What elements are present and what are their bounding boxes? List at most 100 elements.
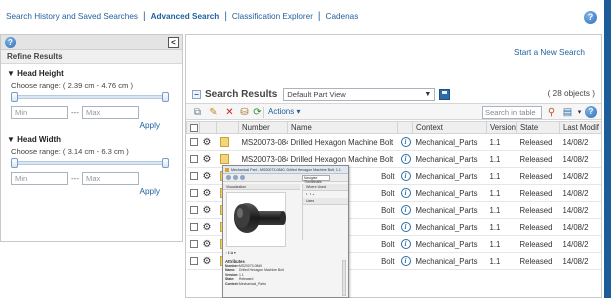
gear-icon: ⚙ bbox=[202, 170, 212, 182]
visualization-pane: Visualization bbox=[223, 184, 300, 247]
row-checkbox[interactable] bbox=[189, 206, 198, 215]
range-slider[interactable] bbox=[11, 92, 169, 102]
row-context[interactable]: Mechanical_Parts bbox=[412, 133, 487, 151]
delete-icon[interactable]: ✕ bbox=[224, 107, 235, 118]
where-used-label[interactable]: Where Used bbox=[303, 184, 348, 191]
row-checkbox[interactable] bbox=[189, 223, 198, 232]
row-checkbox-cell[interactable] bbox=[186, 167, 200, 185]
nav-link-advanced-search[interactable]: Advanced Search bbox=[151, 12, 220, 21]
table-search-input[interactable]: Search in table bbox=[482, 106, 542, 119]
row-context[interactable]: Mechanical_Parts bbox=[412, 218, 487, 236]
info-icon[interactable]: i bbox=[400, 239, 411, 249]
info-icon[interactable]: i bbox=[400, 256, 411, 266]
edit-icon[interactable]: ✎ bbox=[208, 107, 219, 118]
column-header-last-modified[interactable]: Last Modif bbox=[559, 121, 601, 134]
column-header-number[interactable]: Number bbox=[238, 121, 288, 134]
apply-button[interactable]: Apply bbox=[7, 187, 182, 196]
help-icon[interactable]: ? bbox=[5, 37, 16, 48]
thumbnail-popup[interactable]: Mechanical Part - MS20073-0840, Drilled … bbox=[222, 165, 349, 298]
row-checkbox[interactable] bbox=[189, 240, 198, 249]
search-icon[interactable]: ⚲ bbox=[546, 107, 557, 118]
row-checkbox-cell[interactable] bbox=[186, 150, 200, 168]
part-3d-thumbnail[interactable] bbox=[226, 192, 286, 247]
nav-link-search-history[interactable]: Search History and Saved Searches bbox=[6, 12, 138, 21]
info-icon[interactable]: i bbox=[400, 171, 411, 181]
slider-max-handle[interactable] bbox=[162, 92, 169, 102]
info-icon[interactable]: i bbox=[400, 137, 411, 147]
help-icon[interactable]: ? bbox=[584, 11, 597, 24]
help-icon[interactable]: ? bbox=[585, 106, 597, 118]
min-field[interactable]: Min bbox=[11, 172, 68, 185]
chevron-down-icon[interactable]: ▾ bbox=[574, 107, 585, 118]
row-checkbox-cell[interactable] bbox=[186, 133, 200, 151]
collapse-panel-button[interactable]: < bbox=[168, 37, 179, 48]
column-header-context[interactable]: Context bbox=[412, 121, 487, 134]
column-header-state[interactable]: State bbox=[516, 121, 560, 134]
actions-menu[interactable]: Actions ▾ bbox=[268, 106, 300, 118]
save-icon[interactable] bbox=[439, 88, 451, 100]
min-field[interactable]: Min bbox=[11, 106, 68, 119]
right-edge-bar bbox=[604, 0, 611, 298]
refresh-icon[interactable]: ⟳ bbox=[252, 107, 263, 118]
row-checkbox[interactable] bbox=[189, 138, 198, 147]
select-all-header[interactable] bbox=[186, 121, 200, 134]
uses-label[interactable]: Uses bbox=[303, 198, 348, 205]
copy-icon[interactable]: ⧉ bbox=[192, 107, 203, 118]
row-checkbox-cell[interactable] bbox=[186, 218, 200, 236]
row-checkbox-cell[interactable] bbox=[186, 201, 200, 219]
row-context[interactable]: Mechanical_Parts bbox=[412, 235, 487, 253]
row-checkbox[interactable] bbox=[189, 257, 198, 266]
row-info-cell: i bbox=[397, 235, 413, 253]
row-checkbox[interactable] bbox=[189, 172, 198, 181]
info-icon[interactable]: i bbox=[400, 205, 411, 215]
nav-separator: | bbox=[142, 10, 146, 22]
collapse-results-toggle[interactable]: − bbox=[192, 89, 201, 99]
header-blank bbox=[397, 121, 413, 134]
zoom-icon[interactable] bbox=[240, 175, 245, 180]
row-number[interactable]: MS20073-0840 bbox=[238, 133, 288, 151]
info-icon[interactable]: i bbox=[400, 154, 411, 164]
row-state: Released bbox=[516, 184, 560, 202]
row-checkbox-cell[interactable] bbox=[186, 252, 200, 270]
attribute-value: MS20073-0840 bbox=[239, 264, 263, 268]
columns-icon[interactable]: ▤ bbox=[562, 107, 573, 118]
column-header-name[interactable]: Name bbox=[287, 121, 398, 134]
row-context[interactable]: Mechanical_Parts bbox=[412, 184, 487, 202]
row-context[interactable]: Mechanical_Parts bbox=[412, 252, 487, 270]
checkout-icon[interactable]: ⛁ bbox=[239, 107, 250, 118]
row-context[interactable]: Mechanical_Parts bbox=[412, 201, 487, 219]
nav-link-classification-explorer[interactable]: Classification Explorer bbox=[232, 12, 313, 21]
thumbnail-select[interactable]: Navigate Thumbnails bbox=[302, 175, 330, 184]
nav-link-cadenas[interactable]: Cadenas bbox=[326, 12, 359, 21]
document-icon[interactable] bbox=[219, 154, 229, 164]
row-checkbox[interactable] bbox=[189, 189, 198, 198]
document-icon[interactable] bbox=[219, 137, 229, 147]
range-slider[interactable] bbox=[11, 158, 169, 168]
select-all-checkbox[interactable] bbox=[190, 123, 198, 132]
max-field[interactable]: Max bbox=[82, 172, 139, 185]
forward-icon[interactable] bbox=[233, 175, 238, 180]
attribute-value: 1.1 bbox=[239, 272, 244, 277]
slider-max-handle[interactable] bbox=[162, 158, 169, 168]
object-count: ( 28 objects ) bbox=[547, 89, 595, 98]
row-last-modified: 14/08/2 bbox=[559, 235, 601, 253]
row-info-cell: i bbox=[397, 167, 413, 185]
row-checkbox-cell[interactable] bbox=[186, 235, 200, 253]
view-select[interactable]: Default Part View ▼ bbox=[283, 87, 436, 101]
popup-toolbar: Navigate Thumbnails bbox=[223, 174, 348, 184]
info-icon[interactable]: i bbox=[400, 222, 411, 232]
row-context[interactable]: Mechanical_Parts bbox=[412, 167, 487, 185]
slider-min-handle[interactable] bbox=[11, 92, 18, 102]
slider-min-handle[interactable] bbox=[11, 158, 18, 168]
row-context[interactable]: Mechanical_Parts bbox=[412, 150, 487, 168]
row-checkbox[interactable] bbox=[189, 155, 198, 164]
table-row[interactable]: ⚙ MS20073-0840Drilled Hexagon Machine Bol… bbox=[186, 133, 601, 151]
apply-button[interactable]: Apply bbox=[7, 121, 182, 130]
popup-scrollbar[interactable] bbox=[342, 260, 346, 296]
max-field[interactable]: Max bbox=[82, 106, 139, 119]
back-icon[interactable] bbox=[226, 175, 231, 180]
row-checkbox-cell[interactable] bbox=[186, 184, 200, 202]
column-header-version[interactable]: Version bbox=[486, 121, 517, 134]
start-new-search-link[interactable]: Start a New Search bbox=[514, 48, 585, 57]
info-icon[interactable]: i bbox=[400, 188, 411, 198]
